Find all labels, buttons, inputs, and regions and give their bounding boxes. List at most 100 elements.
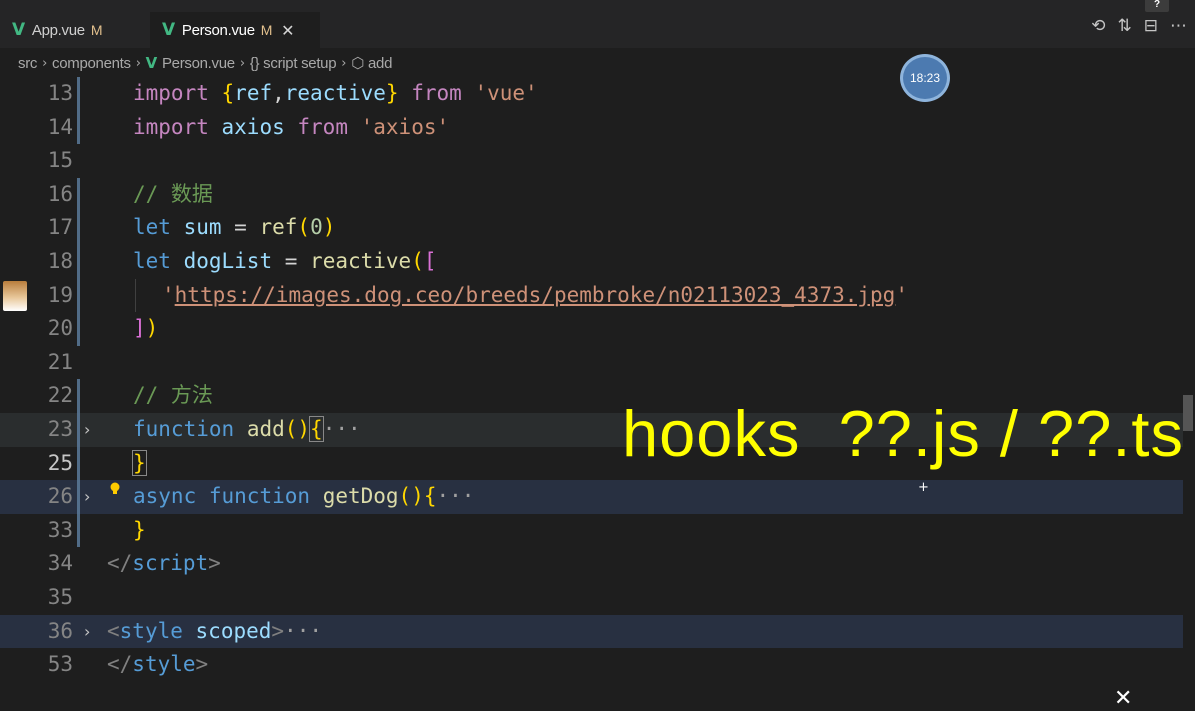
code-line[interactable]: 17 let sum = ref(0) — [0, 211, 1195, 245]
close-tab-icon[interactable]: ✕ — [281, 21, 294, 40]
line-number: 18 — [47, 249, 73, 273]
git-change-marker — [77, 110, 80, 145]
dog-image-thumbnail — [3, 281, 27, 311]
breadcrumb-file[interactable]: Person.vue — [162, 55, 235, 72]
fold-chevron-icon[interactable]: › — [84, 480, 90, 514]
line-number: 22 — [47, 383, 73, 408]
git-change-marker — [77, 513, 80, 548]
code-text: async function getDog(){··· — [133, 484, 475, 509]
code-text: import {ref,reactive} from 'vue' — [133, 81, 538, 105]
vertical-scrollbar[interactable] — [1183, 77, 1195, 705]
timeline-icon[interactable]: ⟲ — [1091, 16, 1105, 36]
git-change-marker — [77, 211, 80, 245]
code-line[interactable]: 33 } — [0, 513, 1195, 548]
code-text: 'https://images.dog.ceo/breeds/pembroke/… — [162, 282, 908, 307]
line-number: 26 — [47, 484, 73, 509]
braces-icon: {} — [249, 54, 260, 72]
tab-app-vue[interactable]: V App.vue M — [0, 12, 150, 48]
breadcrumb: src › components › V Person.vue › {} scr… — [0, 48, 1195, 78]
code-line[interactable]: 35 — [0, 581, 1195, 615]
line-number: 21 — [47, 349, 73, 374]
code-line[interactable]: 21 — [0, 346, 1195, 380]
vue-file-icon: V — [162, 20, 175, 40]
code-line[interactable]: 20 ]) — [0, 312, 1195, 346]
help-badge: ? — [1145, 0, 1169, 12]
code-line[interactable]: 19 'https://images.dog.ceo/breeds/pembro… — [0, 278, 1195, 313]
url-link: https://images.dog.ceo/breeds/pembroke/n… — [174, 282, 896, 307]
line-number: 17 — [47, 215, 73, 240]
editor-actions: ⟲ ⇅ ⊟ ⋯ — [1091, 16, 1187, 36]
modified-badge: M — [90, 22, 103, 38]
code-line[interactable]: 15 — [0, 144, 1195, 178]
breadcrumb-components[interactable]: components — [52, 55, 131, 72]
code-line[interactable]: 16 // 数据 — [0, 177, 1195, 212]
code-text: <style scoped>··· — [107, 618, 322, 643]
code-line[interactable]: 13 import {ref,reactive} from 'vue' — [0, 77, 1195, 111]
code-line[interactable]: 36 › <style scoped>··· — [0, 614, 1195, 649]
breadcrumb-symbol[interactable]: add — [368, 55, 392, 72]
clock-badge: 18:23 — [900, 54, 950, 102]
line-number: 13 — [47, 81, 73, 105]
line-number: 34 — [47, 551, 73, 576]
code-line[interactable]: 18 let dogList = reactive([ — [0, 245, 1195, 279]
breadcrumb-src[interactable]: src — [18, 55, 37, 72]
code-line[interactable]: 34 </script> — [0, 547, 1195, 581]
mouse-crosshair-icon: + — [918, 480, 929, 495]
code-text: } — [133, 517, 146, 542]
method-cube-icon: ⬡ — [351, 54, 364, 72]
line-number: 53 — [47, 652, 73, 677]
code-text: </style> — [107, 652, 209, 677]
line-number: 25 — [47, 450, 73, 475]
git-change-marker — [77, 379, 80, 413]
chevron-right-icon: › — [341, 55, 347, 71]
code-line[interactable]: 26 › async function getDog(){··· — [0, 480, 1195, 514]
modified-badge: M — [260, 22, 273, 38]
code-text: </script> — [107, 551, 221, 576]
chevron-right-icon: › — [42, 55, 48, 71]
line-number: 14 — [47, 114, 73, 139]
line-number: 33 — [47, 517, 73, 542]
line-number: 23 — [47, 417, 73, 441]
line-number: 16 — [47, 181, 73, 206]
chevron-right-icon: › — [135, 55, 141, 71]
more-actions-icon[interactable]: ⋯ — [1170, 16, 1187, 36]
folded-ellipsis: ··· — [284, 618, 322, 643]
fold-chevron-icon[interactable]: › — [84, 413, 90, 447]
code-editor[interactable]: 13 import {ref,reactive} from 'vue' 14 i… — [0, 77, 1195, 705]
code-text: ]) — [133, 316, 159, 341]
split-editor-icon[interactable]: ⊟ — [1144, 16, 1158, 36]
code-text: import axios from 'axios' — [133, 114, 450, 139]
git-change-marker — [77, 312, 80, 346]
scrollbar-thumb[interactable] — [1183, 395, 1193, 431]
line-number: 36 — [47, 618, 73, 643]
git-change-marker — [77, 413, 80, 447]
tab-label: Person.vue — [181, 21, 255, 39]
code-line[interactable]: 53 </style> — [0, 648, 1195, 682]
editor-tab-bar: V App.vue M V Person.vue M ✕ ? ⟲ ⇅ ⊟ ⋯ — [0, 0, 1195, 48]
video-caption-overlay: hooks ??.js / ??.ts — [622, 397, 1184, 470]
code-line[interactable]: 14 import axios from 'axios' — [0, 110, 1195, 145]
git-change-marker — [77, 177, 80, 212]
line-number: 20 — [47, 316, 73, 341]
vue-file-icon: V — [12, 20, 25, 40]
git-change-marker — [77, 480, 80, 514]
folded-ellipsis: ··· — [436, 484, 475, 509]
close-overlay-icon[interactable]: ✕ — [1114, 686, 1132, 711]
code-text: let dogList = reactive([ — [133, 249, 437, 273]
code-comment: // 数据 — [133, 181, 213, 206]
tab-person-vue[interactable]: V Person.vue M ✕ — [150, 12, 320, 48]
lightbulb-icon[interactable] — [109, 482, 121, 496]
fold-chevron-icon[interactable]: › — [84, 615, 90, 649]
git-change-marker — [77, 245, 80, 279]
line-number: 35 — [47, 585, 73, 609]
line-number: 15 — [47, 148, 73, 173]
folded-ellipsis: ··· — [322, 417, 361, 441]
git-change-marker — [77, 278, 80, 313]
code-text: } — [132, 449, 147, 476]
chevron-right-icon: › — [239, 55, 245, 71]
git-change-marker — [77, 77, 80, 111]
tab-label: App.vue — [31, 21, 85, 39]
compare-changes-icon[interactable]: ⇅ — [1118, 16, 1132, 36]
git-change-marker — [77, 446, 80, 481]
breadcrumb-section[interactable]: script setup — [263, 55, 336, 72]
